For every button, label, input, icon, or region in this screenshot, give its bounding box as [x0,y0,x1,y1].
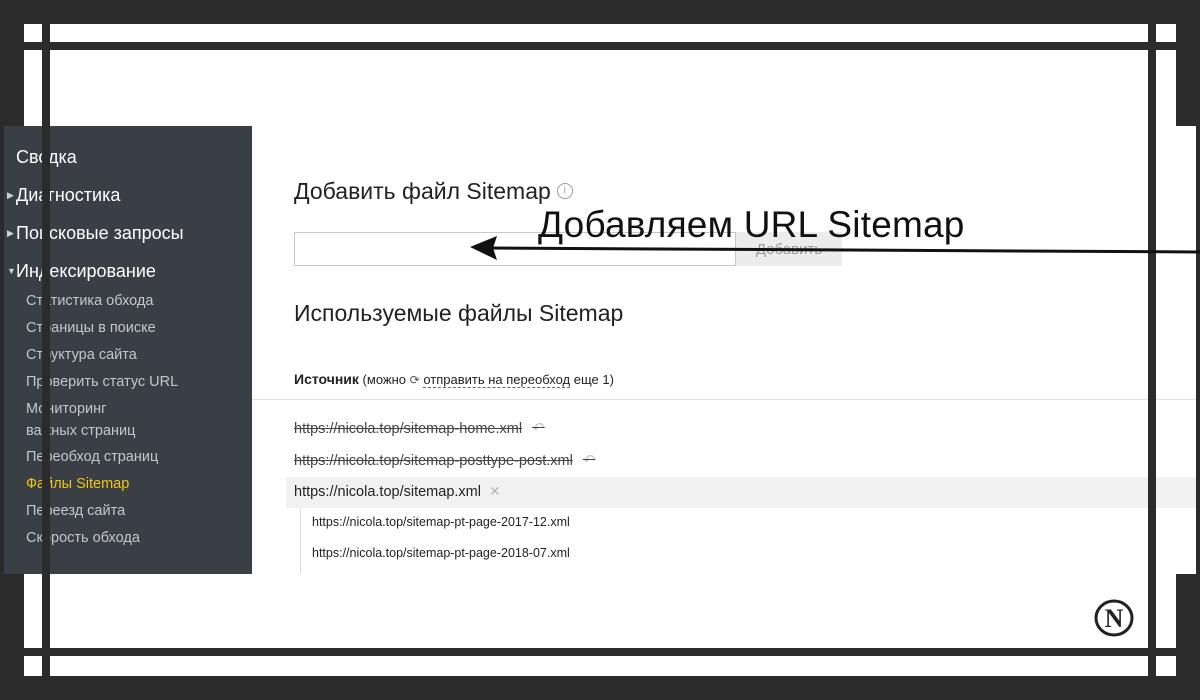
nicola-logo: N [1094,599,1134,637]
arrow-left-icon [470,236,497,260]
logo-letter: N [1105,604,1124,633]
arrow-shaft [489,246,1200,254]
annotation-label: Добавляем URL Sitemap [538,204,965,245]
annotation-arrow [470,236,1200,260]
